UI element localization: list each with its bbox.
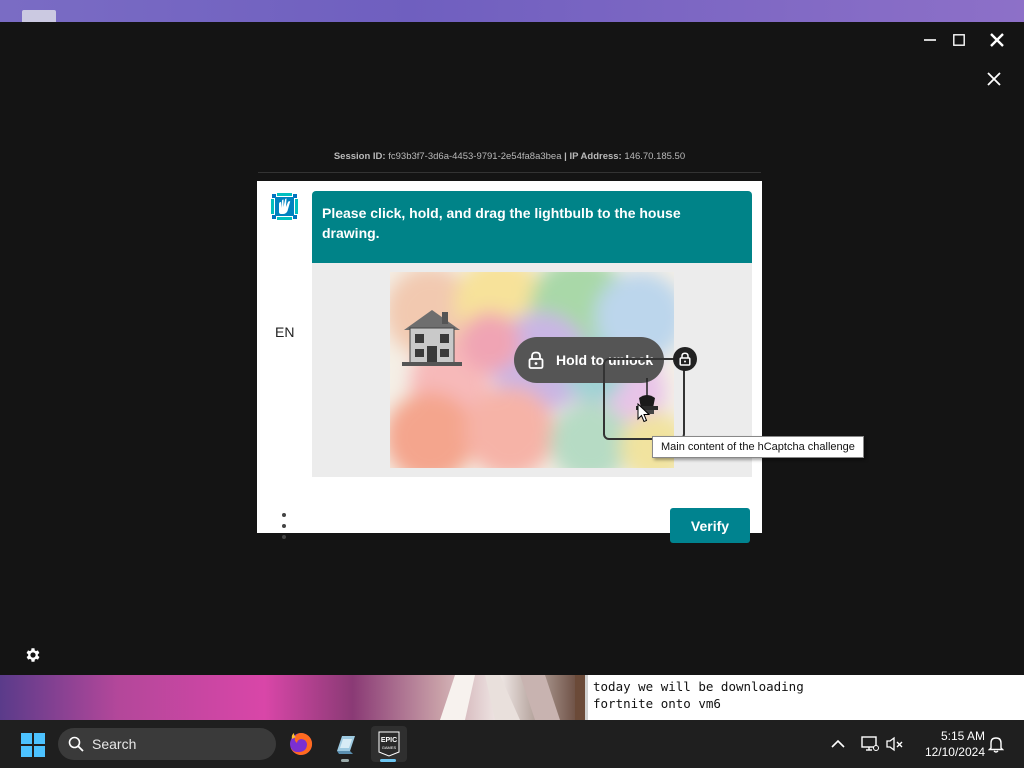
ip-address-label: IP Address: bbox=[569, 151, 622, 162]
taskbar-app-epic-games[interactable]: EPIC GAMES bbox=[371, 726, 407, 762]
desktop-background bbox=[0, 0, 1024, 22]
overlay-close-button[interactable] bbox=[981, 66, 1007, 92]
hcaptcha-challenge: EN Please click, hold, and drag the ligh… bbox=[257, 181, 864, 543]
browser-window: Session ID: fc93b3f7-3d6a-4453-9791-2e54… bbox=[0, 22, 1024, 675]
show-hidden-icons-button[interactable] bbox=[828, 734, 848, 754]
gear-icon[interactable] bbox=[24, 646, 42, 664]
close-icon bbox=[990, 33, 1004, 47]
display-status[interactable] bbox=[860, 734, 880, 754]
taskbar-app-firefox[interactable] bbox=[283, 726, 319, 762]
hcaptcha-hand-icon bbox=[268, 190, 301, 223]
stream-scene bbox=[440, 675, 588, 720]
clock-date: 12/10/2024 bbox=[924, 745, 985, 759]
svg-text:GAMES: GAMES bbox=[382, 745, 397, 750]
stream-background bbox=[0, 675, 588, 720]
challenge-prompt: Please click, hold, and drag the lightbu… bbox=[312, 191, 752, 263]
chevron-up-icon bbox=[831, 739, 845, 748]
more-options-button[interactable] bbox=[277, 513, 291, 539]
display-icon bbox=[861, 736, 879, 751]
lock-icon bbox=[528, 351, 544, 369]
minimize-button[interactable] bbox=[916, 28, 944, 52]
dot bbox=[282, 535, 286, 539]
desktop-icon[interactable] bbox=[22, 10, 56, 22]
bell-icon bbox=[988, 737, 1004, 753]
divider bbox=[258, 172, 761, 173]
windows-start-icon[interactable] bbox=[16, 732, 50, 758]
prompt-text: Please click, hold, and drag the lightbu… bbox=[322, 205, 681, 241]
draggable-lightbulb[interactable] bbox=[603, 358, 685, 440]
svg-text:EPIC: EPIC bbox=[381, 737, 397, 744]
running-indicator bbox=[341, 759, 349, 762]
session-id-label: Session ID: bbox=[333, 151, 386, 162]
maximize-button[interactable] bbox=[945, 28, 973, 52]
session-info: Session ID: fc93b3f7-3d6a-4453-9791-2e54… bbox=[258, 151, 761, 162]
language-selector[interactable]: EN bbox=[275, 324, 294, 340]
maximize-icon bbox=[953, 34, 965, 46]
stream-note-line: today we will be downloading bbox=[593, 679, 804, 694]
lock-icon bbox=[679, 352, 691, 366]
stream-note: today we will be downloading fortnite on… bbox=[585, 675, 1024, 720]
firefox-icon bbox=[290, 732, 313, 755]
epic-games-icon: EPIC GAMES bbox=[378, 731, 400, 757]
dot bbox=[282, 513, 286, 517]
session-id-value: fc93b3f7-3d6a-4453-9791-2e54fa8a3bea bbox=[388, 151, 562, 162]
ip-address-value: 146.70.185.50 bbox=[624, 151, 686, 162]
tooltip: Main content of the hCaptcha challenge bbox=[652, 436, 864, 458]
close-icon bbox=[987, 72, 1001, 86]
dot bbox=[282, 524, 286, 528]
volume-muted-icon bbox=[886, 736, 903, 752]
close-button[interactable] bbox=[983, 28, 1011, 52]
running-indicator bbox=[380, 759, 396, 762]
stream-note-line: fortnite onto vm6 bbox=[593, 696, 721, 711]
app-icon bbox=[337, 736, 355, 754]
notifications-button[interactable] bbox=[986, 734, 1006, 754]
taskbar-app-app[interactable] bbox=[327, 726, 363, 762]
taskbar-search[interactable]: Search bbox=[58, 728, 276, 760]
volume-status[interactable] bbox=[885, 734, 905, 754]
system-clock[interactable]: 5:15 AM 12/10/2024 bbox=[915, 728, 985, 760]
clock-time: 5:15 AM bbox=[940, 729, 985, 743]
lock-badge bbox=[673, 347, 697, 371]
mouse-pointer-icon bbox=[637, 403, 651, 423]
verify-button[interactable]: Verify bbox=[670, 508, 750, 543]
taskbar: Search EPIC GAMES 5:15 AM 12/10/2024 bbox=[0, 720, 1024, 768]
minimize-icon bbox=[924, 39, 936, 41]
search-placeholder: Search bbox=[92, 736, 137, 752]
search-icon bbox=[68, 736, 84, 752]
session-separator: | bbox=[564, 151, 567, 162]
